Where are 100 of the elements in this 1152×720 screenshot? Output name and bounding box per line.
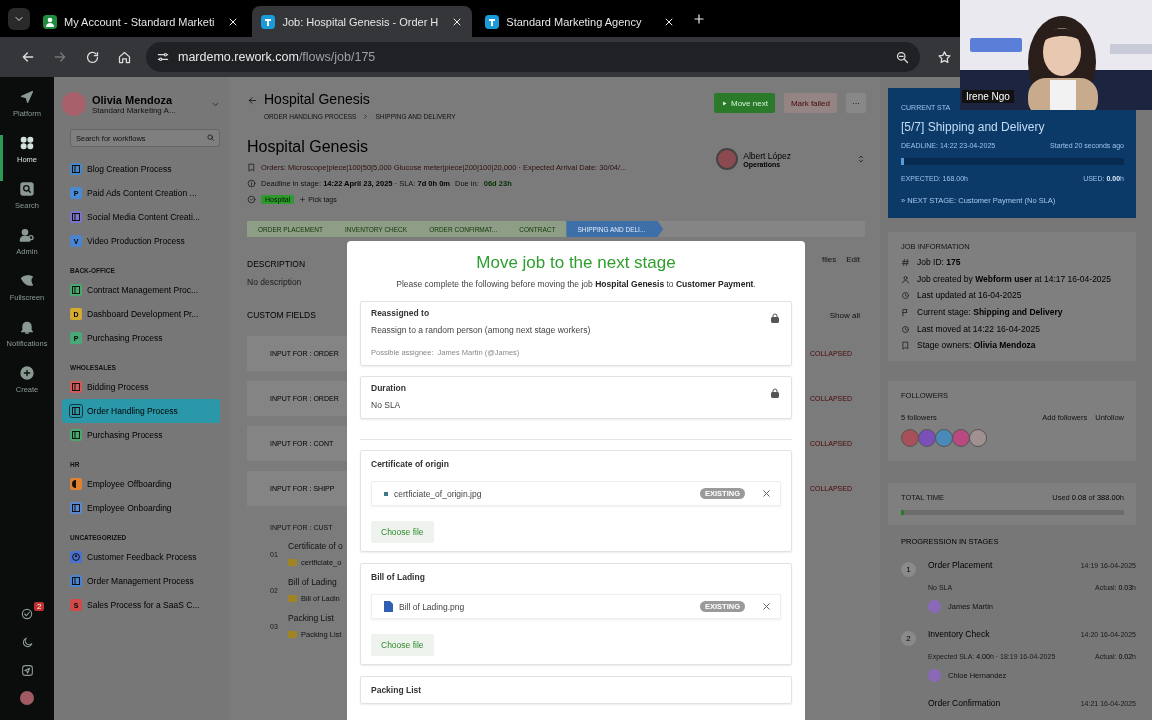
check-circle-icon[interactable] — [20, 607, 34, 621]
step-number: 1 — [901, 561, 916, 577]
info-text: Stage owners: Olivia Mendoza — [917, 340, 1036, 351]
workflow-item[interactable]: Employee Offboarding — [62, 472, 220, 496]
browser-tab[interactable]: My Account - Standard Marketi — [34, 6, 249, 37]
user-avatar[interactable] — [20, 691, 34, 705]
app-icon — [261, 14, 276, 29]
image-icon — [384, 491, 388, 496]
sort-icon[interactable] — [856, 154, 866, 164]
workflow-name: Order Handling Process — [87, 406, 178, 416]
follower-avatar — [969, 428, 987, 447]
field-label: Packing List — [371, 685, 423, 695]
info-text: Job ID: 175 — [917, 257, 961, 268]
job-title: Hospital Genesis — [247, 138, 369, 156]
workflow-item[interactable]: Employee Onboarding — [62, 496, 220, 520]
workflow-name: Purchasing Process — [87, 333, 163, 343]
person-avatar — [928, 599, 941, 613]
workflow-name: Video Production Process — [87, 236, 185, 246]
workflow-name: Purchasing Process — [87, 430, 163, 440]
file-name[interactable]: Bill of Lading.png — [399, 601, 694, 612]
show-all-link[interactable]: Show all — [829, 311, 860, 320]
bookmark-icon — [901, 341, 910, 351]
file-icon — [288, 595, 297, 602]
workflow-name: Customer Feedback Process — [87, 552, 197, 562]
info-text: Job created by Webform user at 14:17 16-04-2025 — [917, 273, 1112, 285]
back-icon[interactable] — [20, 49, 36, 65]
browser-tab[interactable]: Job: Hospital Genesis - Order H — [252, 6, 473, 37]
star-icon[interactable] — [936, 49, 952, 65]
workflow-item[interactable]: Bidding Process — [62, 375, 220, 399]
browser-tab[interactable]: Standard Marketing Agency — [476, 6, 685, 37]
flag-icon — [901, 307, 910, 317]
remove-icon[interactable] — [761, 601, 772, 612]
info-text: Last updated at 16-04-2025 — [917, 290, 1022, 301]
bell-icon — [19, 319, 35, 335]
workflow-name: Paid Ads Content Creation ... — [87, 188, 197, 198]
field-label: Duration — [371, 383, 407, 393]
workflow-name: Employee Onboarding — [87, 503, 172, 513]
home-icon[interactable] — [116, 49, 132, 65]
person-icon — [43, 14, 57, 29]
workflow-name: Order Management Process — [87, 576, 194, 586]
clock-icon — [901, 291, 910, 301]
step-number: 2 — [901, 630, 916, 646]
workflow-name: Contract Management Proc... — [87, 285, 199, 295]
plus-icon[interactable] — [692, 11, 707, 26]
workflow-item[interactable]: Order Management Process — [62, 569, 220, 593]
dialog-subtitle: Please complete the following before moving the job Hospital Genesis to Customer Payment. — [395, 279, 757, 289]
stage-name: Inventory Check — [928, 628, 990, 639]
dialog-title: Move job to the next stage — [475, 253, 677, 273]
organization-name: Standard Marketing A... — [92, 105, 177, 115]
search-icon — [19, 181, 35, 197]
field-label: Bill of Lading — [371, 572, 426, 582]
reload-icon[interactable] — [84, 49, 100, 65]
workflow-name: Social Media Content Creati... — [87, 212, 200, 222]
field-label: Certificate of origin — [371, 459, 450, 469]
workflow-name: Employee Offboarding — [87, 479, 172, 489]
page-title: Hospital Genesis — [264, 91, 371, 107]
workflow-item[interactable]: Contract Management Proc... — [62, 278, 220, 302]
info-text: Last moved at 14:22 16-04-2025 — [917, 323, 1040, 335]
field-label: Packing List — [288, 613, 335, 623]
user-icon — [19, 227, 35, 243]
follower-avatar — [952, 428, 970, 447]
move-next-button[interactable]: Move next — [713, 93, 775, 113]
choose-file-button[interactable]: Choose file — [371, 634, 434, 656]
participant-name: Irene Ngo — [962, 90, 1014, 103]
follower-avatar — [901, 428, 919, 447]
moon-icon[interactable] — [20, 635, 34, 649]
workflow-name: Sales Process for a SaaS C... — [87, 600, 200, 610]
site-settings-icon[interactable] — [156, 50, 170, 64]
section-heading: DESCRIPTION — [247, 259, 307, 269]
document-icon — [384, 601, 393, 612]
address-bar[interactable]: mardemo.rework.com/flows/job/175 — [146, 42, 920, 72]
grid-icon — [19, 135, 35, 151]
person-avatar — [928, 668, 941, 682]
mark-failed-button[interactable]: Mark failed — [783, 93, 837, 113]
search-icon — [206, 133, 215, 142]
workflow-item[interactable]: Order Handling Process — [62, 399, 220, 423]
play-icon — [720, 99, 728, 107]
workflow-name: Dashboard Development Pr... — [87, 309, 199, 319]
link[interactable]: Edit — [846, 255, 860, 264]
zoom-icon[interactable] — [895, 49, 910, 65]
stage-name: [5/7] Shipping and Delivery — [901, 120, 1046, 134]
more-button[interactable]: ··· — [846, 93, 866, 113]
field-label: Reassigned to — [371, 308, 431, 318]
file-name[interactable]: certficiate_of_origin.jpg — [394, 488, 694, 499]
tab-list-button[interactable] — [8, 7, 30, 30]
field-value: No SLA — [371, 400, 402, 410]
plus-icon — [299, 195, 307, 203]
forward-icon[interactable] — [52, 49, 68, 65]
remove-icon[interactable] — [761, 488, 772, 499]
link[interactable]: files — [821, 255, 837, 264]
file-icon — [288, 631, 297, 638]
workflow-item[interactable]: Customer Feedback Process — [62, 545, 220, 569]
choose-file-button[interactable]: Choose file — [371, 521, 434, 543]
workflow-item[interactable]: Purchasing Process — [62, 423, 220, 447]
app-icon — [485, 14, 500, 29]
back-icon[interactable] — [247, 95, 258, 106]
user-icon — [901, 274, 910, 284]
workflow-item[interactable]: Blog Creation Process — [62, 157, 220, 181]
send-icon[interactable] — [20, 663, 34, 677]
workflow-item[interactable]: Social Media Content Creati... — [62, 205, 220, 229]
